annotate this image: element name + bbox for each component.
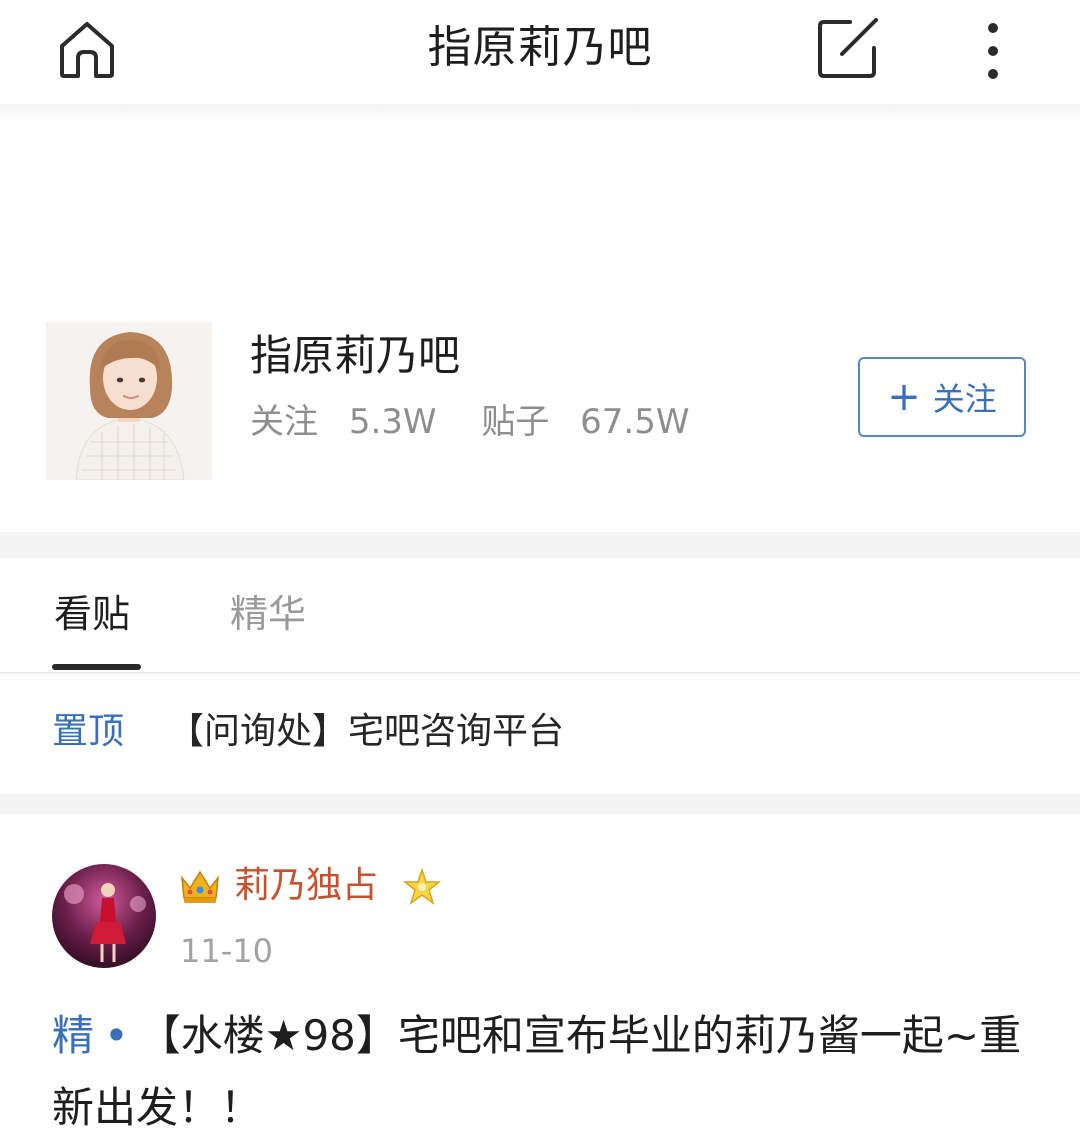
follow-button[interactable]: + 关注	[858, 357, 1026, 437]
pinned-post-title[interactable]: 【问询处】宅吧咨询平台	[168, 706, 564, 758]
more-options-button[interactable]	[968, 14, 1018, 84]
post-title[interactable]: 精 • 【水楼★98】宅吧和宣布毕业的莉乃酱一起~重新出发！！	[52, 1000, 1042, 1144]
tab-jinghua[interactable]: 精华	[230, 586, 306, 642]
section-divider	[0, 532, 1080, 558]
tab-kantie[interactable]: 看贴	[54, 586, 130, 642]
forum-name: 指原莉乃吧	[250, 331, 461, 380]
follow-button-label: 关注	[932, 380, 997, 418]
follow-stat-label: 关注	[250, 402, 318, 442]
follow-stat-count: 5.3W	[348, 402, 437, 442]
post-title-text: 【水楼★98】宅吧和宣布毕业的莉乃酱一起~重新出发！！	[52, 1011, 1022, 1132]
user-avatar-image	[52, 864, 156, 968]
tabs-divider	[0, 672, 1080, 674]
compose-button[interactable]	[812, 14, 886, 84]
home-button[interactable]	[52, 14, 122, 84]
pinned-label: 置顶	[52, 711, 125, 752]
tag-separator: •	[104, 1011, 129, 1060]
compose-icon	[818, 18, 878, 78]
home-icon	[60, 22, 114, 78]
top-nav-bar: 指原莉乃吧	[0, 0, 1080, 104]
plus-icon: +	[887, 374, 921, 420]
essence-tag: 精	[52, 1011, 95, 1060]
page-title: 指原莉乃吧	[427, 22, 653, 73]
post-date: 11-10	[180, 932, 273, 970]
nav-shadow	[0, 104, 1080, 122]
star-badge-icon	[402, 868, 442, 905]
user-avatar[interactable]	[52, 864, 156, 968]
posts-stat-label: 贴子	[481, 402, 550, 442]
active-tab-indicator	[52, 664, 141, 670]
posts-stat-count: 67.5W	[580, 402, 690, 442]
section-divider	[0, 794, 1080, 814]
forum-avatar[interactable]	[46, 322, 212, 480]
forum-stats: 关注 5.3W 贴子 67.5W	[250, 398, 689, 446]
forum-avatar-image	[46, 322, 212, 480]
post-username[interactable]: 莉乃独占	[234, 860, 378, 912]
more-vertical-icon	[988, 23, 998, 79]
crown-icon	[181, 870, 219, 903]
